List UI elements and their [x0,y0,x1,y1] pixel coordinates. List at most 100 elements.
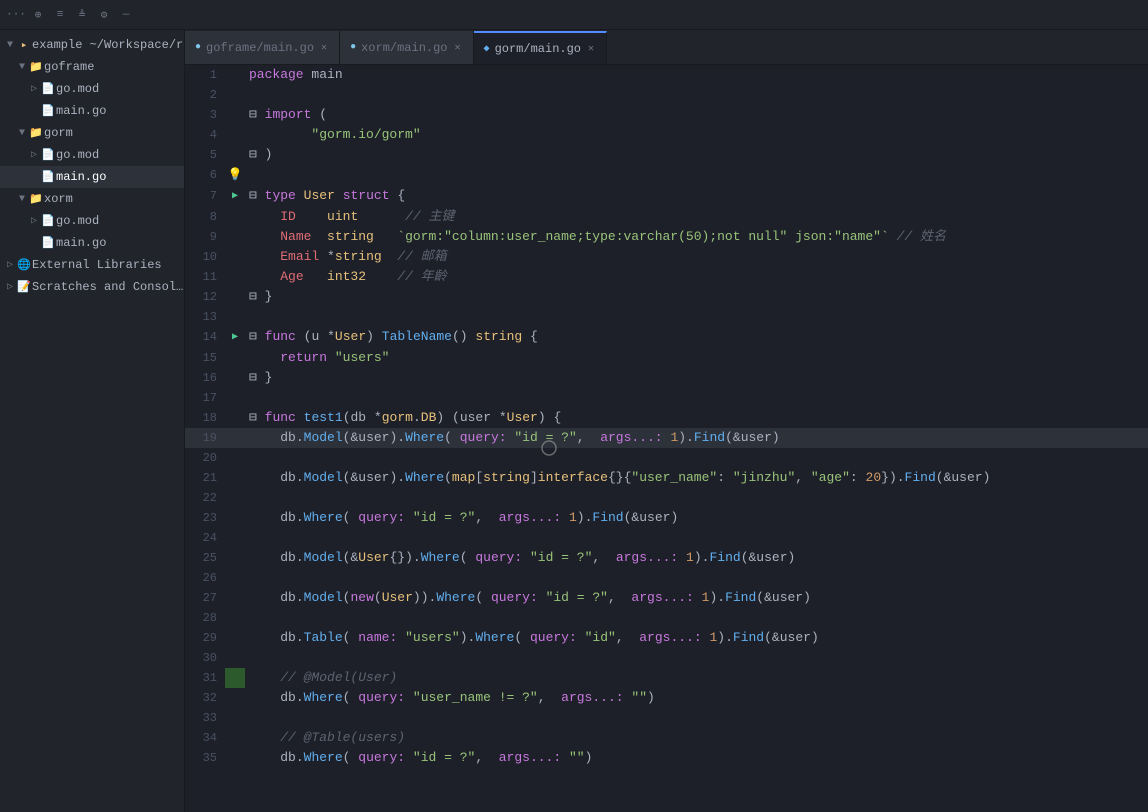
gutter-cell [225,388,245,408]
table-row: 33 [185,708,1148,728]
table-row: 16 ⊟ } [185,368,1148,388]
toolbar-structure-icon[interactable]: ≜ [74,7,90,23]
gutter-cell [225,287,245,307]
gutter-cell [225,368,245,388]
toolbar-list-icon[interactable]: ≡ [52,7,68,23]
toolbar-menu-icon[interactable]: ··· [8,7,24,23]
tab-close-button[interactable]: ✕ [586,42,596,56]
toolbar-add-icon[interactable]: ⊕ [30,7,46,23]
sidebar-item-xorm-maingo[interactable]: 📄 main.go [0,232,184,254]
gutter-cell [225,688,245,708]
gutter-cell [225,488,245,508]
gutter-cell [225,728,245,748]
tab-label: xorm/main.go [361,41,447,55]
code-editor[interactable]: 1 package main 2 3 ⊟ import ( [185,65,1148,812]
gutter-cell [225,508,245,528]
gutter-cell [225,568,245,588]
go-file-icon: ◆ [484,43,490,55]
code-line: // @Table(users) [245,728,1148,748]
go-icon: 📄 [40,236,56,250]
table-row: 10 Email *string // 邮箱 [185,247,1148,267]
sidebar-item-gorm-gomod[interactable]: ▷ 📄 go.mod [0,144,184,166]
line-number: 30 [185,648,225,668]
table-row: 7 ▶ ⊟ type User struct { [185,186,1148,207]
sidebar-item-xorm-gomod[interactable]: ▷ 📄 go.mod [0,210,184,232]
line-number: 18 [185,408,225,428]
line-number: 16 [185,368,225,388]
code-line: db.Table( name: "users").Where( query: "… [245,628,1148,648]
gutter-cell [225,125,245,145]
sidebar-item-gorm[interactable]: ▼ 📁 gorm [0,122,184,144]
code-line [245,568,1148,588]
code-line: return "users" [245,348,1148,368]
line-number: 11 [185,267,225,287]
code-line: db.Model(new(User)).Where( query: "id = … [245,588,1148,608]
line-number: 25 [185,548,225,568]
sidebar-item-label: main.go [56,104,184,118]
table-row: 27 db.Model(new(User)).Where( query: "id… [185,588,1148,608]
line-number: 17 [185,388,225,408]
sidebar-item-goframe-gomod[interactable]: ▷ 📄 go.mod [0,78,184,100]
arrow-icon: ▷ [4,259,16,271]
tab-gorm-main[interactable]: ◆ gorm/main.go ✕ [474,31,607,64]
line-number: 27 [185,588,225,608]
table-row: 34 // @Table(users) [185,728,1148,748]
gutter-cell [225,307,245,327]
arrow-icon: ▷ [28,83,40,95]
gutter-cell [225,428,245,448]
code-table: 1 package main 2 3 ⊟ import ( [185,65,1148,768]
table-row: 3 ⊟ import ( [185,105,1148,125]
tab-close-button[interactable]: ✕ [453,41,463,55]
table-row: 4 "gorm.io/gorm" [185,125,1148,145]
gutter-cell: 💡 [225,165,245,186]
go-icon: 📄 [40,104,56,118]
toolbar-minimize-icon[interactable]: — [118,7,134,23]
code-line: db.Where( query: "user_name != ?", args.… [245,688,1148,708]
tab-xorm-main[interactable]: ● xorm/main.go ✕ [340,31,473,64]
arrow-icon: ▷ [28,215,40,227]
table-row: 31 // @Model(User) [185,668,1148,688]
gutter-cell: ▶ [225,186,245,207]
gutter-cell [225,588,245,608]
arrow-icon: ▼ [16,194,28,205]
line-number: 10 [185,247,225,267]
code-line: ⊟ type User struct { [245,186,1148,207]
sidebar-item-label: go.mod [56,148,184,162]
code-line: db.Model(&User{}).Where( query: "id = ?"… [245,548,1148,568]
gutter-cell [225,267,245,287]
main-area: ▼ ▸ example ~/Workspace/r ▼ 📁 goframe ▷ … [0,30,1148,812]
sidebar-item-goframe-maingo[interactable]: 📄 main.go [0,100,184,122]
gutter-cell [225,628,245,648]
code-line [245,648,1148,668]
line-number: 9 [185,227,225,247]
gutter-cell [225,408,245,428]
tab-close-button[interactable]: ✕ [319,41,329,55]
table-row: 20 [185,448,1148,468]
sidebar-item-label: goframe [44,60,184,74]
line-number: 29 [185,628,225,648]
tab-goframe-main[interactable]: ● goframe/main.go ✕ [185,31,340,64]
sidebar-item-goframe[interactable]: ▼ 📁 goframe [0,56,184,78]
gutter-cell [225,548,245,568]
table-row: 21 db.Model(&user).Where(map[string]inte… [185,468,1148,488]
sidebar-item-external-libraries[interactable]: ▷ 🌐 External Libraries [0,254,184,276]
table-row: 2 [185,85,1148,105]
tab-label: goframe/main.go [206,41,314,55]
folder-icon: 📁 [28,60,44,74]
table-row: 25 db.Model(&User{}).Where( query: "id =… [185,548,1148,568]
table-row: 19 db.Model(&user).Where( query: "id = ?… [185,428,1148,448]
table-row: 13 [185,307,1148,327]
line-number: 33 [185,708,225,728]
line-number: 7 [185,186,225,207]
line-number: 23 [185,508,225,528]
sidebar-item-gorm-maingo[interactable]: 📄 main.go [0,166,184,188]
table-row: 30 [185,648,1148,668]
toolbar-settings-icon[interactable]: ⚙ [96,7,112,23]
sidebar-item-scratches[interactable]: ▷ 📝 Scratches and Consoles [0,276,184,298]
sidebar-item-example[interactable]: ▼ ▸ example ~/Workspace/r [0,34,184,56]
line-number: 15 [185,348,225,368]
line-number: 8 [185,207,225,227]
external-icon: 🌐 [16,258,32,272]
line-number: 12 [185,287,225,307]
sidebar-item-xorm[interactable]: ▼ 📁 xorm [0,188,184,210]
